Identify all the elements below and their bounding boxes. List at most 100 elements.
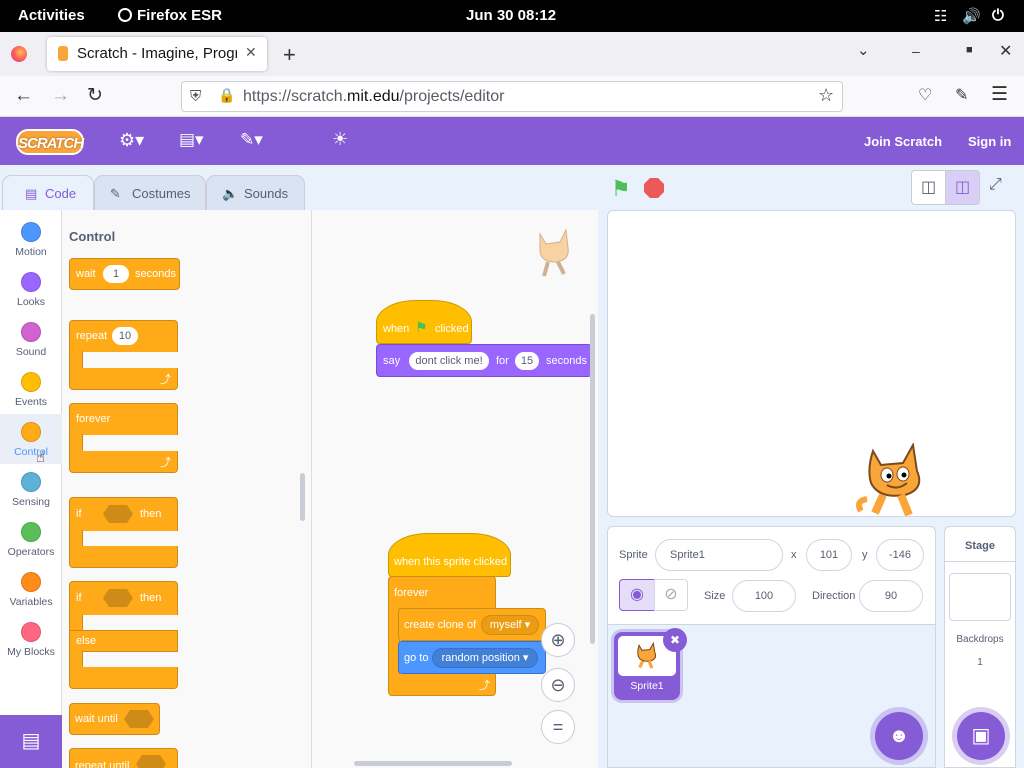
power-icon[interactable]: ⏻ (992, 7, 1004, 24)
minimize-button[interactable]: – (912, 43, 920, 59)
close-tab-icon[interactable]: ✕ (245, 44, 257, 61)
goto-target-dropdown[interactable]: random position ▾ (432, 648, 538, 668)
tab-sounds-label: Sounds (244, 186, 289, 201)
url-bar[interactable]: ⛨ 🔒 https://scratch.mit.edu/projects/edi… (181, 81, 843, 112)
category-operators[interactable]: Operators (0, 514, 62, 564)
script-workspace[interactable]: when ⚑ clicked say dont click me! for 15… (312, 210, 598, 768)
block-when-sprite-clicked[interactable]: when this sprite clicked (388, 533, 511, 577)
block-when-flag-clicked[interactable]: when ⚑ clicked (376, 300, 472, 344)
block-forever[interactable]: forever (69, 403, 178, 435)
tab-costumes[interactable]: ✎ Costumes (94, 175, 206, 210)
block-wait[interactable]: wait 1 seconds (69, 258, 180, 290)
block-go-to[interactable]: go to random position ▾ (398, 641, 546, 674)
block-if-then[interactable]: if then (69, 497, 178, 531)
direction-label: Direction (812, 590, 856, 602)
firefox-icon (118, 8, 132, 22)
choose-sprite-button[interactable]: ☻ (875, 712, 923, 760)
sign-in-link[interactable]: Sign in (968, 134, 1011, 149)
firefox-view-icon[interactable] (11, 46, 27, 62)
category-label: Events (14, 396, 48, 408)
block-input[interactable]: 10 (112, 327, 138, 345)
forward-arrow-icon[interactable]: → (51, 86, 70, 106)
scratch-favicon-icon (58, 46, 68, 61)
bookmark-star-icon[interactable]: ☆ (818, 85, 834, 106)
category-sensing[interactable]: Sensing (0, 464, 62, 514)
list-tabs-chevron-icon[interactable]: ⌄ (857, 41, 870, 59)
category-variables[interactable]: Variables (0, 564, 62, 614)
zoom-reset-button[interactable]: = (541, 710, 575, 744)
block-repeat[interactable]: repeat 10 (69, 320, 178, 352)
tab-code[interactable]: ▤ Code (2, 175, 94, 210)
palette-scrollbar[interactable] (300, 473, 305, 521)
shield-icon[interactable]: ⛨ (190, 88, 201, 105)
stage-canvas[interactable] (607, 210, 1016, 517)
extensions-icon[interactable]: ✎ (955, 86, 968, 106)
browser-tab-active[interactable]: Scratch - Imagine, Progra ✕ (47, 37, 267, 71)
join-scratch-link[interactable]: Join Scratch (864, 134, 942, 149)
back-arrow-icon[interactable]: ← (14, 86, 33, 106)
category-looks[interactable]: Looks (0, 264, 62, 314)
category-events[interactable]: Events (0, 364, 62, 414)
pocket-icon[interactable]: ♡ (918, 86, 932, 106)
network-icon[interactable]: ☷ (934, 7, 947, 25)
close-window-button[interactable]: ✕ (999, 41, 1012, 61)
workspace-h-scrollbar[interactable] (354, 761, 512, 766)
block-say-for-secs[interactable]: say dont click me! for 15 seconds (376, 344, 592, 377)
sprite-name-field[interactable]: Sprite1 (655, 539, 783, 571)
block-repeat-until[interactable]: repeat until (69, 748, 178, 768)
stage-thumbnail[interactable] (949, 573, 1011, 621)
activities-button[interactable]: Activities (18, 7, 85, 24)
block-create-clone[interactable]: create clone of myself ▾ (398, 608, 546, 641)
large-stage-button[interactable]: ◫ (945, 170, 980, 205)
new-tab-button[interactable]: + (283, 42, 296, 68)
category-sound[interactable]: Sound (0, 314, 62, 364)
show-sprite-eye-icon[interactable]: ◉ (619, 579, 655, 611)
workspace-v-scrollbar[interactable] (590, 314, 595, 644)
block-input[interactable]: 1 (103, 265, 129, 283)
clock[interactable]: Jun 30 08:12 (466, 7, 556, 24)
green-flag-icon[interactable]: ⚑ (611, 176, 631, 202)
category-motion[interactable]: Motion (0, 214, 62, 264)
add-extension-button[interactable]: ▤ (0, 715, 62, 768)
direction-field[interactable]: 90 (859, 580, 923, 612)
category-my-blocks[interactable]: My Blocks (0, 614, 62, 664)
boolean-slot[interactable] (124, 710, 154, 728)
debug-lightbulb-icon[interactable]: ☀ (332, 129, 348, 150)
stage-selector-panel[interactable]: Stage Backdrops 1 ▣ (944, 526, 1016, 768)
block-input[interactable]: dont click me! (409, 352, 489, 370)
tab-sounds[interactable]: 🔈 Sounds (206, 175, 305, 210)
zoom-out-button[interactable]: ⊖ (541, 668, 575, 702)
fullscreen-icon[interactable]: ⤢ (989, 176, 1002, 194)
app-menu[interactable]: Firefox ESR (118, 7, 222, 24)
block-wait-until[interactable]: wait until (69, 703, 160, 735)
size-field[interactable]: 100 (732, 580, 796, 612)
block-input[interactable]: 15 (515, 352, 539, 370)
file-menu-icon[interactable]: ▤▾ (179, 130, 204, 150)
small-stage-button[interactable]: ◫ (911, 170, 946, 205)
clone-target-dropdown[interactable]: myself ▾ (481, 615, 539, 635)
volume-icon[interactable]: 🔊 (962, 7, 981, 25)
block-forever[interactable]: forever (388, 576, 496, 609)
scratch-logo[interactable]: SCRATCH (16, 129, 84, 155)
maximize-button[interactable]: ■ (966, 44, 973, 56)
reload-icon[interactable]: ↻ (87, 86, 103, 106)
edit-menu-icon[interactable]: ✎▾ (240, 130, 263, 150)
cat-sprite[interactable] (853, 443, 943, 517)
category-dot (21, 472, 41, 492)
block-if-else[interactable]: if then (69, 581, 178, 615)
x-field[interactable]: 101 (806, 539, 852, 571)
boolean-slot[interactable] (136, 755, 166, 768)
y-field[interactable]: -146 (876, 539, 924, 571)
lock-icon[interactable]: 🔒 (218, 87, 235, 104)
boolean-slot[interactable] (103, 505, 133, 523)
choose-backdrop-button[interactable]: ▣ (957, 712, 1005, 760)
settings-gear-icon[interactable]: ⚙▾ (119, 130, 144, 151)
app-menu-icon[interactable]: ☰ (991, 85, 1008, 105)
delete-sprite-trash-icon[interactable]: ✖ (663, 628, 687, 652)
category-dot (21, 622, 41, 642)
stop-icon[interactable] (644, 178, 664, 198)
hide-sprite-eye-icon[interactable]: ⊘ (654, 579, 688, 611)
category-control[interactable]: Control (0, 414, 62, 464)
zoom-in-button[interactable]: ⊕ (541, 623, 575, 657)
boolean-slot[interactable] (103, 589, 133, 607)
